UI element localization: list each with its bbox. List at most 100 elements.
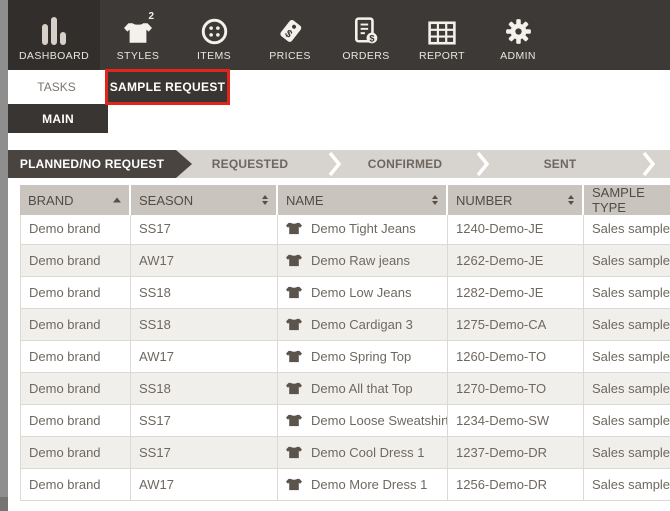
cell-name: Demo Spring Top xyxy=(278,341,448,372)
cell-name: Demo Loose Sweatshirt 1 xyxy=(278,405,448,436)
cell-season: AW17 xyxy=(131,245,278,276)
cell-number: 1237-Demo-DR xyxy=(448,437,584,468)
cell-season: SS17 xyxy=(131,213,278,244)
cell-number: 1270-Demo-TO xyxy=(448,373,584,404)
cell-sample-type: Sales sample xyxy=(584,213,670,244)
nav-label: ORDERS xyxy=(342,50,389,62)
bar-chart-icon xyxy=(42,15,66,45)
cell-season: SS18 xyxy=(131,309,278,340)
cell-number: 1260-Demo-TO xyxy=(448,341,584,372)
cell-number: 1234-Demo-SW xyxy=(448,405,584,436)
workflow-step-planned[interactable]: PLANNED/NO REQUEST xyxy=(8,150,176,178)
table-row[interactable]: Demo brand SS17 Demo Tight Jeans 1240-De… xyxy=(21,213,670,245)
tshirt-icon xyxy=(286,414,302,427)
workflow-status-strip: PLANNED/NO REQUEST REQUESTED CONFIRMED S… xyxy=(8,150,670,178)
price-tag-icon: $ xyxy=(276,15,304,45)
left-scrollbar[interactable] xyxy=(0,0,8,511)
tshirt-icon xyxy=(286,286,302,299)
cell-brand: Demo brand xyxy=(21,405,131,436)
table-row[interactable]: Demo brand SS17 Demo Loose Sweatshirt 1 … xyxy=(21,405,670,437)
cell-brand: Demo brand xyxy=(21,245,131,276)
table-row[interactable]: Demo brand SS17 Demo Cool Dress 1 1237-D… xyxy=(21,437,670,469)
tshirt-icon xyxy=(286,318,302,331)
cell-sample-type: Sales sample xyxy=(584,373,670,404)
cell-season: SS18 xyxy=(131,373,278,404)
tshirt-icon xyxy=(286,382,302,395)
content-area: DASHBOARD 2 STYLES xyxy=(8,0,670,511)
nav-item-report[interactable]: REPORT xyxy=(404,0,480,70)
cell-brand: Demo brand xyxy=(21,373,131,404)
nav-item-items[interactable]: ITEMS xyxy=(176,0,252,70)
workflow-step-sent[interactable]: SENT xyxy=(544,150,577,178)
nav-item-styles[interactable]: 2 STYLES xyxy=(100,0,176,70)
table-row[interactable]: Demo brand SS18 Demo Low Jeans 1282-Demo… xyxy=(21,277,670,309)
tab-tasks[interactable]: TASKS xyxy=(8,70,105,104)
nav-item-admin[interactable]: ADMIN xyxy=(480,0,556,70)
cell-sample-type: Sales sample xyxy=(584,277,670,308)
nav-item-dashboard[interactable]: DASHBOARD xyxy=(8,0,100,70)
chevron-right-icon xyxy=(474,150,492,178)
report-grid-icon xyxy=(428,15,456,45)
table-header-row: BRAND SEASON NAME NUMBER SAMPLE TYPE xyxy=(20,185,670,211)
cell-season: SS17 xyxy=(131,437,278,468)
table-body: Demo brand SS17 Demo Tight Jeans 1240-De… xyxy=(20,212,670,501)
table-row[interactable]: Demo brand AW17 Demo Spring Top 1260-Dem… xyxy=(21,341,670,373)
button-icon xyxy=(201,15,228,45)
cell-sample-type: Sales sample xyxy=(584,245,670,276)
cell-name: Demo All that Top xyxy=(278,373,448,404)
cell-sample-type: Sales sample xyxy=(584,405,670,436)
cell-sample-type: Sales sample xyxy=(584,437,670,468)
nav-item-orders[interactable]: $ ORDERS xyxy=(328,0,404,70)
tab-sample-request[interactable]: SAMPLE REQUEST xyxy=(105,69,230,105)
scrollbar-end[interactable] xyxy=(0,497,8,511)
table-row[interactable]: Demo brand AW17 Demo More Dress 1 1256-D… xyxy=(21,469,670,501)
cell-brand: Demo brand xyxy=(21,437,131,468)
column-header-season[interactable]: SEASON xyxy=(131,185,278,215)
sort-icon xyxy=(568,195,574,205)
nav-item-prices[interactable]: $ PRICES xyxy=(252,0,328,70)
sort-ascending-icon xyxy=(113,198,121,203)
app-window: DASHBOARD 2 STYLES xyxy=(0,0,670,511)
column-label: BRAND xyxy=(28,193,74,208)
nav-label: ADMIN xyxy=(500,50,536,62)
cell-brand: Demo brand xyxy=(21,277,131,308)
tshirt-icon xyxy=(286,478,302,491)
cell-sample-type: Sales sample xyxy=(584,309,670,340)
column-label: SAMPLE TYPE xyxy=(592,185,670,215)
style-name: Demo Tight Jeans xyxy=(311,221,416,236)
svg-text:$: $ xyxy=(369,33,374,43)
style-name: Demo All that Top xyxy=(311,381,413,396)
tshirt-icon xyxy=(286,254,302,267)
tshirt-icon xyxy=(286,350,302,363)
cell-name: Demo Cool Dress 1 xyxy=(278,437,448,468)
main-nav: DASHBOARD 2 STYLES xyxy=(8,0,670,70)
cell-number: 1282-Demo-JE xyxy=(448,277,584,308)
sort-icon xyxy=(432,195,438,205)
spacer xyxy=(8,133,670,150)
gear-icon xyxy=(505,15,532,45)
tab-main[interactable]: MAIN xyxy=(8,104,108,133)
style-name: Demo Cool Dress 1 xyxy=(311,445,424,460)
column-header-name[interactable]: NAME xyxy=(278,185,448,215)
tshirt-icon xyxy=(286,446,302,459)
style-name: Demo Raw jeans xyxy=(311,253,410,268)
cell-season: SS17 xyxy=(131,405,278,436)
cell-season: SS18 xyxy=(131,277,278,308)
workflow-step-requested[interactable]: REQUESTED xyxy=(212,150,288,178)
nav-label: ITEMS xyxy=(197,50,231,62)
column-label: NAME xyxy=(286,193,324,208)
column-header-sample-type[interactable]: SAMPLE TYPE xyxy=(584,185,670,215)
column-header-brand[interactable]: BRAND xyxy=(20,185,131,215)
workflow-step-confirmed[interactable]: CONFIRMED xyxy=(368,150,442,178)
tshirt-icon xyxy=(286,222,302,235)
spacer xyxy=(8,178,670,185)
cell-brand: Demo brand xyxy=(21,309,131,340)
order-document-icon: $ xyxy=(353,15,379,45)
table-row[interactable]: Demo brand SS18 Demo All that Top 1270-D… xyxy=(21,373,670,405)
style-name: Demo Low Jeans xyxy=(311,285,411,300)
table-row[interactable]: Demo brand AW17 Demo Raw jeans 1262-Demo… xyxy=(21,245,670,277)
style-name: Demo Loose Sweatshirt 1 xyxy=(311,413,448,428)
column-header-number[interactable]: NUMBER xyxy=(448,185,584,215)
table-row[interactable]: Demo brand SS18 Demo Cardigan 3 1275-Dem… xyxy=(21,309,670,341)
column-label: NUMBER xyxy=(456,193,512,208)
